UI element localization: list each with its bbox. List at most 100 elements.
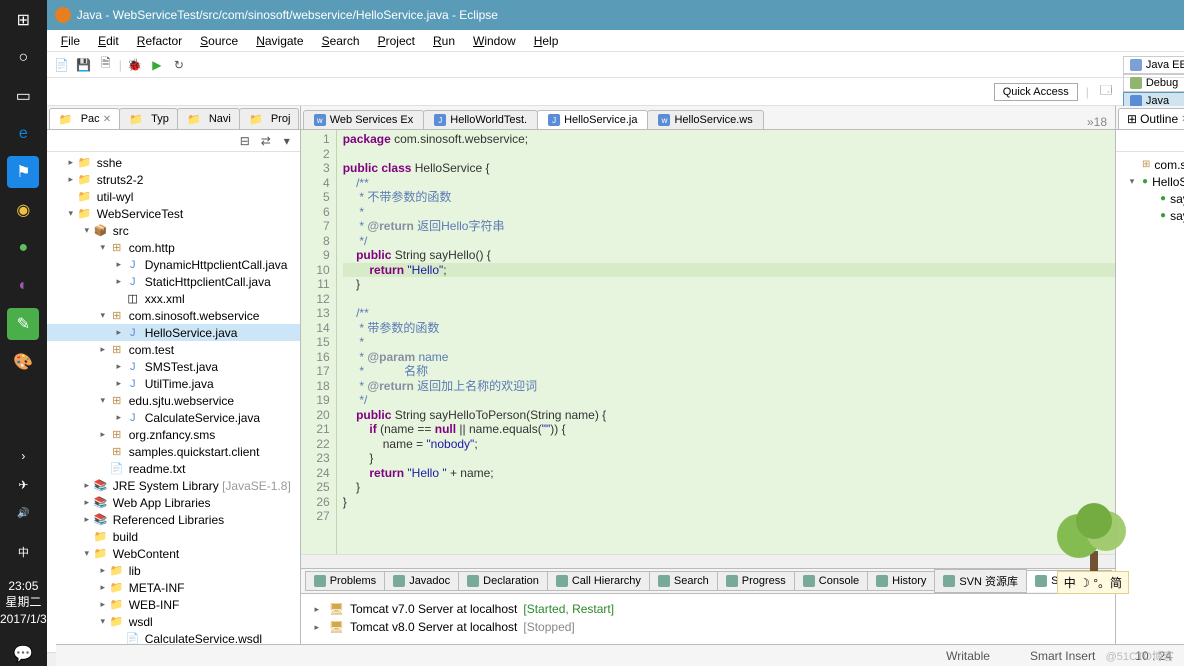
menu-source[interactable]: Source xyxy=(192,32,246,50)
tree-node[interactable]: 📄readme.txt xyxy=(47,460,300,477)
twisty-icon[interactable]: ▾ xyxy=(65,208,77,219)
tree-node[interactable]: ▸JDynamicHttpclientCall.java xyxy=(47,256,300,273)
tree-node[interactable]: ▾⊞edu.sjtu.webservice xyxy=(47,392,300,409)
twisty-icon[interactable]: ▸ xyxy=(113,276,125,287)
outline-node[interactable]: ●sayHello() : String xyxy=(1116,190,1184,207)
twisty-icon[interactable]: ▸ xyxy=(97,582,109,593)
tree-node[interactable]: ▸JStaticHttpclientCall.java xyxy=(47,273,300,290)
perspective-debug[interactable]: Debug xyxy=(1123,74,1184,92)
tree-node[interactable]: ▸📁META-INF xyxy=(47,579,300,596)
menu-edit[interactable]: Edit xyxy=(90,32,127,50)
more-tabs-indicator[interactable]: »18 xyxy=(1079,115,1115,129)
menu-run[interactable]: Run xyxy=(425,32,463,50)
menu-project[interactable]: Project xyxy=(370,32,423,50)
view-tab-history[interactable]: History xyxy=(867,571,935,591)
outline-node[interactable]: ●sayHelloToPerson(Stri xyxy=(1116,207,1184,224)
view-tab-proj[interactable]: 📁Proj xyxy=(239,108,300,129)
tree-node[interactable]: ▾⊞com.http xyxy=(47,239,300,256)
editor-tab[interactable]: JHelloService.ja xyxy=(537,110,648,129)
twisty-icon[interactable]: ▸ xyxy=(113,412,125,423)
server-row[interactable]: ▸🖥Tomcat v7.0 Server at localhost [Start… xyxy=(311,600,1105,618)
chrome-icon[interactable]: ◉ xyxy=(7,194,39,226)
editor-tab[interactable]: wWeb Services Ex xyxy=(303,110,425,129)
twisty-icon[interactable]: ▸ xyxy=(113,259,125,270)
view-tab-pac[interactable]: 📁Pac ✕ xyxy=(49,108,120,129)
menu-refactor[interactable]: Refactor xyxy=(129,32,190,50)
view-tab-call-hierarchy[interactable]: Call Hierarchy xyxy=(547,571,650,591)
menu-search[interactable]: Search xyxy=(314,32,368,50)
eclipse-icon[interactable]: ◐ xyxy=(7,270,39,302)
taskbar-clock[interactable]: 23:05 星期二 2017/1/3 xyxy=(0,574,47,636)
twisty-icon[interactable]: ▸ xyxy=(65,174,77,185)
twisty-icon[interactable]: ▸ xyxy=(97,344,109,355)
twisty-icon[interactable]: ▾ xyxy=(97,242,109,253)
tree-node[interactable]: ▸📚Referenced Libraries xyxy=(47,511,300,528)
twisty-icon[interactable]: ▾ xyxy=(97,310,109,321)
view-tab-progress[interactable]: Progress xyxy=(717,571,795,591)
outline-tab[interactable]: ⊞ Outline ✕ xyxy=(1118,108,1184,129)
menu-window[interactable]: Window xyxy=(465,32,524,50)
package-explorer-tree[interactable]: ▸📁sshe▸📁struts2-2📁util-wyl▾📁WebServiceTe… xyxy=(47,152,300,652)
twisty-icon[interactable]: ▾ xyxy=(97,395,109,406)
twisty-icon[interactable]: ▾ xyxy=(81,225,93,236)
view-tab-svn-资源库[interactable]: SVN 资源库 xyxy=(934,569,1027,593)
twisty-icon[interactable]: ▸ xyxy=(97,565,109,576)
run-last-button[interactable]: ↻ xyxy=(170,56,188,74)
twisty-icon[interactable]: ▸ xyxy=(311,604,323,615)
open-perspective-button[interactable]: 🗔 xyxy=(1097,83,1115,101)
save-all-button[interactable]: 🗎 xyxy=(97,56,115,74)
ime-badge[interactable]: 中 ☽ °。简 xyxy=(1057,571,1129,594)
tree-node[interactable]: ▸📁WEB-INF xyxy=(47,596,300,613)
tree-node[interactable]: ▸📁lib xyxy=(47,562,300,579)
twisty-icon[interactable]: ▸ xyxy=(65,157,77,168)
start-button[interactable]: ⊞ xyxy=(7,4,39,36)
taskview-icon[interactable]: ▭ xyxy=(7,80,39,112)
twisty-icon[interactable]: ▾ xyxy=(97,616,109,627)
tree-node[interactable]: ▾⊞com.sinosoft.webservice xyxy=(47,307,300,324)
twisty-icon[interactable]: ▸ xyxy=(81,497,93,508)
view-tab-javadoc[interactable]: Javadoc xyxy=(384,571,459,591)
code-editor[interactable]: 1234567891011121314151617181920212223242… xyxy=(301,130,1115,554)
tree-node[interactable]: ▸📁struts2-2 xyxy=(47,171,300,188)
tree-node[interactable]: ▸JSMSTest.java xyxy=(47,358,300,375)
twisty-icon[interactable]: ▸ xyxy=(113,378,125,389)
tree-node[interactable]: ⊞samples.quickstart.client xyxy=(47,443,300,460)
editor-tab[interactable]: wHelloService.ws xyxy=(647,110,763,129)
twisty-icon[interactable]: ▸ xyxy=(113,327,125,338)
tree-node[interactable]: ▸JHelloService.java xyxy=(47,324,300,341)
run-button[interactable]: ▶ xyxy=(148,56,166,74)
view-tab-search[interactable]: Search xyxy=(649,571,718,591)
tree-node[interactable]: ▸📚Web App Libraries xyxy=(47,494,300,511)
server-row[interactable]: ▸🖥Tomcat v8.0 Server at localhost [Stopp… xyxy=(311,618,1105,636)
editor-tab[interactable]: JHelloWorldTest. xyxy=(423,110,538,129)
menu-help[interactable]: Help xyxy=(526,32,567,50)
tree-node[interactable]: ▾📦src xyxy=(47,222,300,239)
action-center-icon[interactable]: 💬 xyxy=(7,642,39,666)
twisty-icon[interactable]: ▸ xyxy=(81,480,93,491)
link-editor-button[interactable]: ⇄ xyxy=(257,132,275,150)
collapse-all-button[interactable]: ⊟ xyxy=(236,132,254,150)
close-icon[interactable]: ✕ xyxy=(103,114,111,125)
paint-icon[interactable]: 🎨 xyxy=(7,346,39,378)
perspective-java-ee[interactable]: Java EE xyxy=(1123,56,1184,74)
tree-node[interactable]: ▾📁wsdl xyxy=(47,613,300,630)
cortana-icon[interactable]: ○ xyxy=(7,42,39,74)
tree-node[interactable]: ▸⊞com.test xyxy=(47,341,300,358)
edge-icon[interactable]: e xyxy=(7,118,39,150)
tree-node[interactable]: ▸JUtilTime.java xyxy=(47,375,300,392)
menu-file[interactable]: File xyxy=(53,32,88,50)
quick-access-input[interactable]: Quick Access xyxy=(994,83,1078,101)
editor-h-scrollbar[interactable] xyxy=(301,554,1115,568)
twisty-icon[interactable]: ▸ xyxy=(97,599,109,610)
tray-arrow[interactable]: › xyxy=(7,440,39,472)
twisty-icon[interactable]: ▸ xyxy=(97,429,109,440)
tree-node[interactable]: ▾📁WebServiceTest xyxy=(47,205,300,222)
wechat-icon[interactable]: ● xyxy=(7,232,39,264)
debug-button[interactable]: 🐞 xyxy=(126,56,144,74)
new-button[interactable]: 📄 xyxy=(53,56,71,74)
tree-node[interactable]: ▸📚JRE System Library [JavaSE-1.8] xyxy=(47,477,300,494)
outline-node[interactable]: ▾●HelloService xyxy=(1116,173,1184,190)
evernote-icon[interactable]: ✎ xyxy=(7,308,39,340)
ime-icon[interactable]: 中 xyxy=(7,536,39,568)
code-content[interactable]: package com.sinosoft.webservice; public … xyxy=(337,130,1115,554)
